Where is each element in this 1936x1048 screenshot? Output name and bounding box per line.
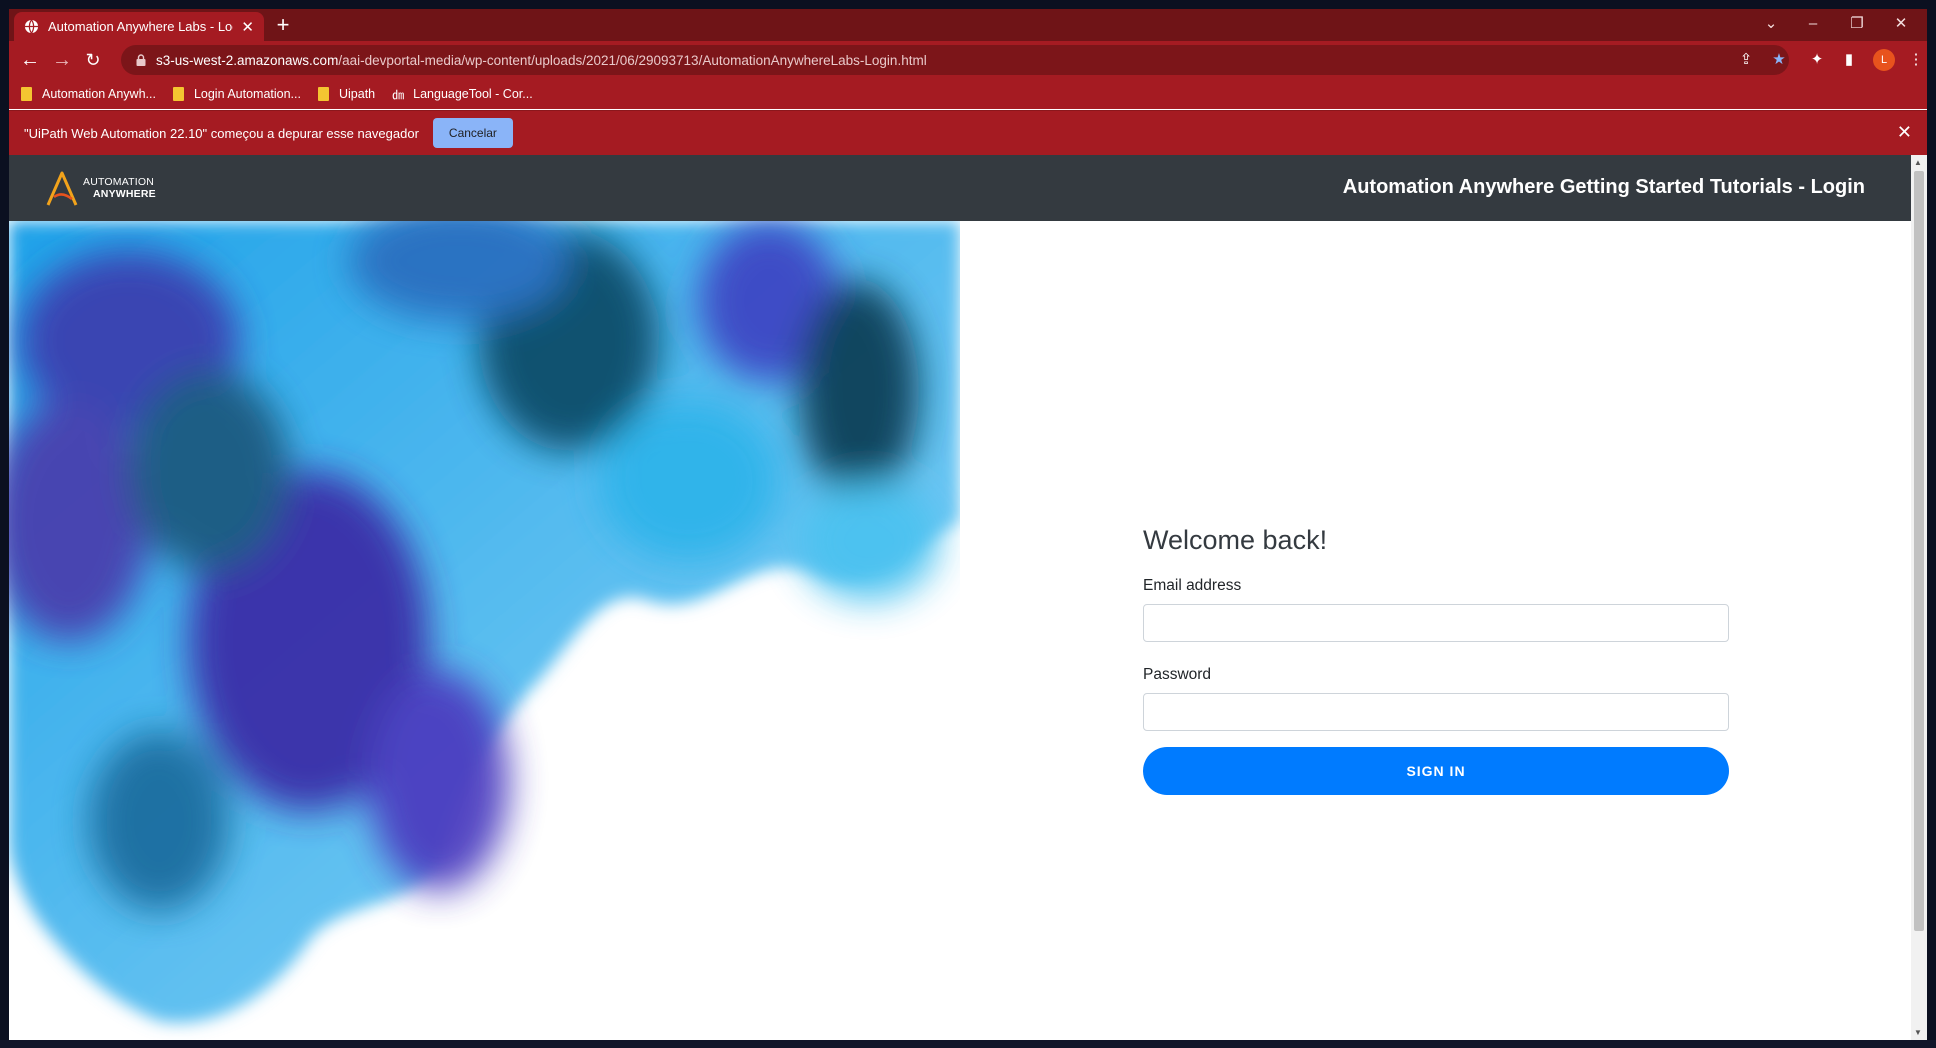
bookmark-star-icon[interactable]: ★ — [1768, 49, 1790, 71]
infobar-message: "UiPath Web Automation 22.10" começou a … — [24, 125, 419, 141]
bookmark-label: Automation Anywh... — [42, 87, 156, 101]
new-tab-button[interactable]: + — [271, 13, 295, 37]
tab-title: Automation Anywhere Labs - Login — [48, 19, 234, 34]
folder-icon — [317, 87, 329, 101]
side-panel-icon[interactable]: ▮ — [1838, 49, 1860, 71]
folder-icon — [172, 87, 184, 101]
back-arrow-icon[interactable]: ← — [17, 47, 43, 73]
globe-icon — [24, 19, 39, 34]
tab-close-icon[interactable]: ✕ — [241, 18, 254, 36]
logo-line-1: AUTOMATION — [83, 176, 155, 188]
email-field[interactable] — [1143, 604, 1729, 642]
menu-kebab-icon[interactable]: ⋮ — [1905, 49, 1927, 71]
desktop-background-strip — [0, 1040, 1936, 1048]
logo-mark-icon — [46, 171, 78, 206]
bookmark-item[interactable]: Automation Anywh... — [21, 87, 156, 101]
reload-icon[interactable]: ↻ — [80, 47, 106, 73]
automation-anywhere-logo: AUTOMATION ANYWHERE — [45, 169, 156, 207]
page-viewport: AUTOMATION ANYWHERE Automation Anywhere … — [9, 155, 1911, 1040]
page-scrollbar[interactable]: ▲ ▼ — [1911, 155, 1927, 1040]
bookmark-item[interactable]: Uipath — [317, 87, 376, 101]
folder-icon — [21, 87, 32, 101]
hero-paint-splash-image — [9, 221, 960, 1040]
bookmark-label: LanguageTool - Cor... — [413, 87, 533, 101]
infobar-close-icon[interactable]: ✕ — [1897, 122, 1912, 143]
address-bar[interactable]: s3-us-west-2.amazonaws.com/aai-devportal… — [121, 45, 1789, 75]
forward-arrow-icon[interactable]: → — [49, 47, 75, 73]
browser-tab[interactable]: Automation Anywhere Labs - Login ✕ — [14, 12, 264, 41]
cancel-debugging-button[interactable]: Cancelar — [432, 118, 513, 148]
minimize-button[interactable]: – — [1793, 9, 1833, 41]
password-label: Password — [1143, 666, 1212, 683]
scroll-down-arrow-icon[interactable]: ▼ — [1914, 1028, 1922, 1037]
tab-search-icon[interactable]: ⌄ — [1751, 9, 1791, 41]
logo-wordmark: AUTOMATION ANYWHERE — [83, 176, 156, 200]
logo-line-2: ANYWHERE — [93, 188, 156, 200]
close-window-button[interactable]: ✕ — [1881, 9, 1921, 41]
scroll-up-arrow-icon[interactable]: ▲ — [1914, 158, 1922, 167]
languagetool-icon: ㍷ — [392, 87, 405, 102]
url-text: s3-us-west-2.amazonaws.com/aai-devportal… — [156, 53, 927, 68]
scrollbar-thumb[interactable] — [1914, 171, 1924, 931]
bookmark-label: Uipath — [338, 87, 376, 101]
restore-button[interactable]: ❐ — [1837, 9, 1877, 41]
share-icon[interactable]: ⇪ — [1735, 49, 1757, 71]
url-path: /aai-devportal-media/wp-content/uploads/… — [338, 52, 927, 68]
email-label: Email address — [1143, 577, 1242, 594]
bookmarks-bar: Automation Anywh... Login Automation... … — [9, 79, 1927, 109]
browser-toolbar: ← → ↻ s3-us-west-2.amazonaws.com/aai-dev… — [9, 41, 1927, 79]
browser-window: Automation Anywhere Labs - Login ✕ + ⌄ –… — [9, 9, 1927, 1040]
debugging-infobar: "UiPath Web Automation 22.10" começou a … — [9, 110, 1927, 155]
bookmark-label: Login Automation... — [193, 87, 301, 101]
password-field[interactable] — [1143, 693, 1729, 731]
tab-strip: Automation Anywhere Labs - Login ✕ + ⌄ –… — [9, 9, 1927, 41]
lock-icon — [136, 54, 146, 66]
extensions-puzzle-icon[interactable]: ✦ — [1806, 49, 1828, 71]
sign-in-button[interactable]: SIGN IN — [1143, 747, 1729, 795]
url-host: s3-us-west-2.amazonaws.com — [156, 52, 339, 68]
page-header: AUTOMATION ANYWHERE Automation Anywhere … — [9, 155, 1911, 221]
page-title: Automation Anywhere Getting Started Tuto… — [1342, 176, 1865, 198]
bookmark-item[interactable]: Login Automation... — [172, 87, 301, 101]
welcome-heading: Welcome back! — [1143, 525, 1328, 555]
bookmark-item[interactable]: ㍷ LanguageTool - Cor... — [392, 86, 533, 103]
profile-avatar[interactable]: L — [1873, 49, 1895, 71]
login-form: Welcome back! Email address Password SIG… — [1143, 525, 1729, 795]
